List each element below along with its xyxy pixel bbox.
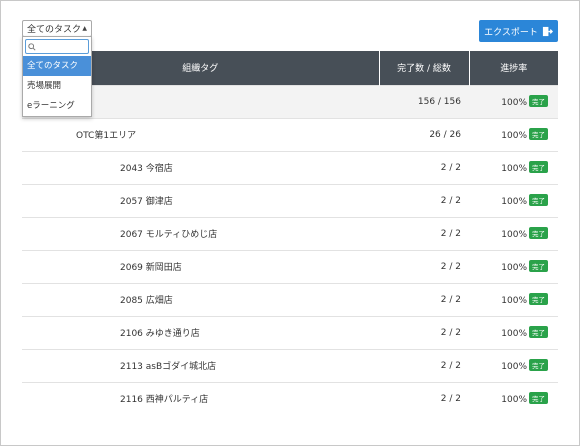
table-row[interactable]: 2069 新岡田店 2 / 2 100% 完了	[22, 249, 558, 283]
table-row[interactable]: 2116 西神パルティ店 2 / 2 100% 完了	[22, 381, 558, 415]
row-progress: 100% 完了	[469, 216, 558, 250]
row-count: 156 / 156	[379, 84, 469, 118]
progress-value: 100%	[501, 362, 527, 372]
export-button[interactable]: エクスポート	[479, 20, 558, 42]
row-name: 2067 モルティひめじ店	[22, 216, 379, 250]
search-icon	[28, 43, 36, 51]
progress-value: 100%	[501, 131, 527, 141]
task-filter-option-sales-floor[interactable]: 売場展開	[23, 76, 91, 96]
status-badge: 完了	[529, 326, 548, 338]
row-name: 2069 新岡田店	[22, 249, 379, 283]
task-filter-menu: 全てのタスク 売場展開 eラーニング	[22, 36, 92, 117]
status-badge: 完了	[529, 392, 548, 405]
table-row[interactable]: 2043 今宿店 2 / 2 100% 完了	[22, 150, 558, 184]
progress-value: 100%	[501, 230, 527, 240]
progress-table: 組織タグ 完了数 / 総数 進捗率 ストア事業部 156 / 156 100%完…	[22, 51, 558, 415]
export-icon	[542, 26, 553, 36]
row-progress: 100% 完了	[469, 282, 558, 316]
row-count: 2 / 2	[379, 216, 469, 250]
row-count: 2 / 2	[379, 249, 469, 283]
task-filter-toggle[interactable]: 全てのタスク ▲	[22, 20, 92, 37]
row-count: 2 / 2	[379, 381, 469, 415]
progress-value: 100%	[501, 164, 527, 174]
task-filter-search-input[interactable]	[25, 39, 89, 54]
status-badge: 完了	[529, 227, 548, 239]
row-name: 2085 広畑店	[22, 282, 379, 316]
row-progress: 100% 完了	[469, 150, 558, 184]
progress-value: 100%	[501, 197, 527, 207]
row-progress: 100% 完了	[469, 183, 558, 217]
status-badge: 完了	[529, 95, 548, 107]
progress-value: 100%	[501, 329, 527, 339]
row-name: OTC第1エリア	[22, 117, 379, 151]
progress-value: 100%	[501, 98, 527, 108]
row-progress: 100% 完了	[469, 117, 558, 151]
table-row[interactable]: 2057 御津店 2 / 2 100% 完了	[22, 183, 558, 217]
row-progress: 100% 完了	[469, 84, 558, 118]
status-badge: 完了	[529, 293, 548, 305]
row-count: 2 / 2	[379, 183, 469, 217]
row-name: 2113 asBゴダイ城北店	[22, 348, 379, 382]
status-badge: 完了	[529, 128, 548, 140]
caret-up-icon: ▲	[82, 25, 87, 32]
progress-value: 100%	[501, 263, 527, 273]
export-label: エクスポート	[484, 27, 538, 38]
row-name: 2106 みゆき通り店	[22, 315, 379, 349]
row-count: 2 / 2	[379, 282, 469, 316]
row-progress: 100% 完了	[469, 381, 558, 415]
row-progress: 100% 完了	[469, 348, 558, 382]
row-name: 2116 西神パルティ店	[22, 381, 379, 415]
row-count: 26 / 26	[379, 117, 469, 151]
table-row[interactable]: 2106 みゆき通り店 2 / 2 100% 完了	[22, 315, 558, 349]
table-row[interactable]: ストア事業部 156 / 156 100%完了	[22, 84, 558, 118]
task-filter-dropdown: 全てのタスク ▲ 全てのタスク 売場展開 eラーニング	[22, 20, 92, 117]
row-progress: 100% 完了	[469, 315, 558, 349]
row-count: 2 / 2	[379, 348, 469, 382]
row-name: 2043 今宿店	[22, 150, 379, 184]
col-header-count[interactable]: 完了数 / 総数	[379, 51, 470, 85]
row-name: 2057 御津店	[22, 183, 379, 217]
table-row[interactable]: 2085 広畑店 2 / 2 100% 完了	[22, 282, 558, 316]
status-badge: 完了	[529, 260, 548, 272]
status-badge: 完了	[529, 161, 548, 173]
table-row[interactable]: OTC第1エリア 26 / 26 100% 完了	[22, 117, 558, 151]
table-row[interactable]: 2113 asBゴダイ城北店 2 / 2 100% 完了	[22, 348, 558, 382]
status-badge: 完了	[529, 359, 548, 371]
task-filter-selected: 全てのタスク	[27, 25, 82, 35]
row-count: 2 / 2	[379, 315, 469, 349]
table-row[interactable]: 2067 モルティひめじ店 2 / 2 100% 完了	[22, 216, 558, 250]
progress-value: 100%	[501, 296, 527, 306]
col-header-progress[interactable]: 進捗率	[469, 51, 558, 85]
task-filter-option-elearning[interactable]: eラーニング	[23, 96, 91, 116]
status-badge: 完了	[529, 194, 548, 206]
progress-value: 100%	[501, 395, 527, 406]
row-progress: 100% 完了	[469, 249, 558, 283]
task-filter-option-all[interactable]: 全てのタスク	[23, 56, 91, 76]
table-header-row: 組織タグ 完了数 / 総数 進捗率	[22, 51, 558, 85]
row-count: 2 / 2	[379, 150, 469, 184]
